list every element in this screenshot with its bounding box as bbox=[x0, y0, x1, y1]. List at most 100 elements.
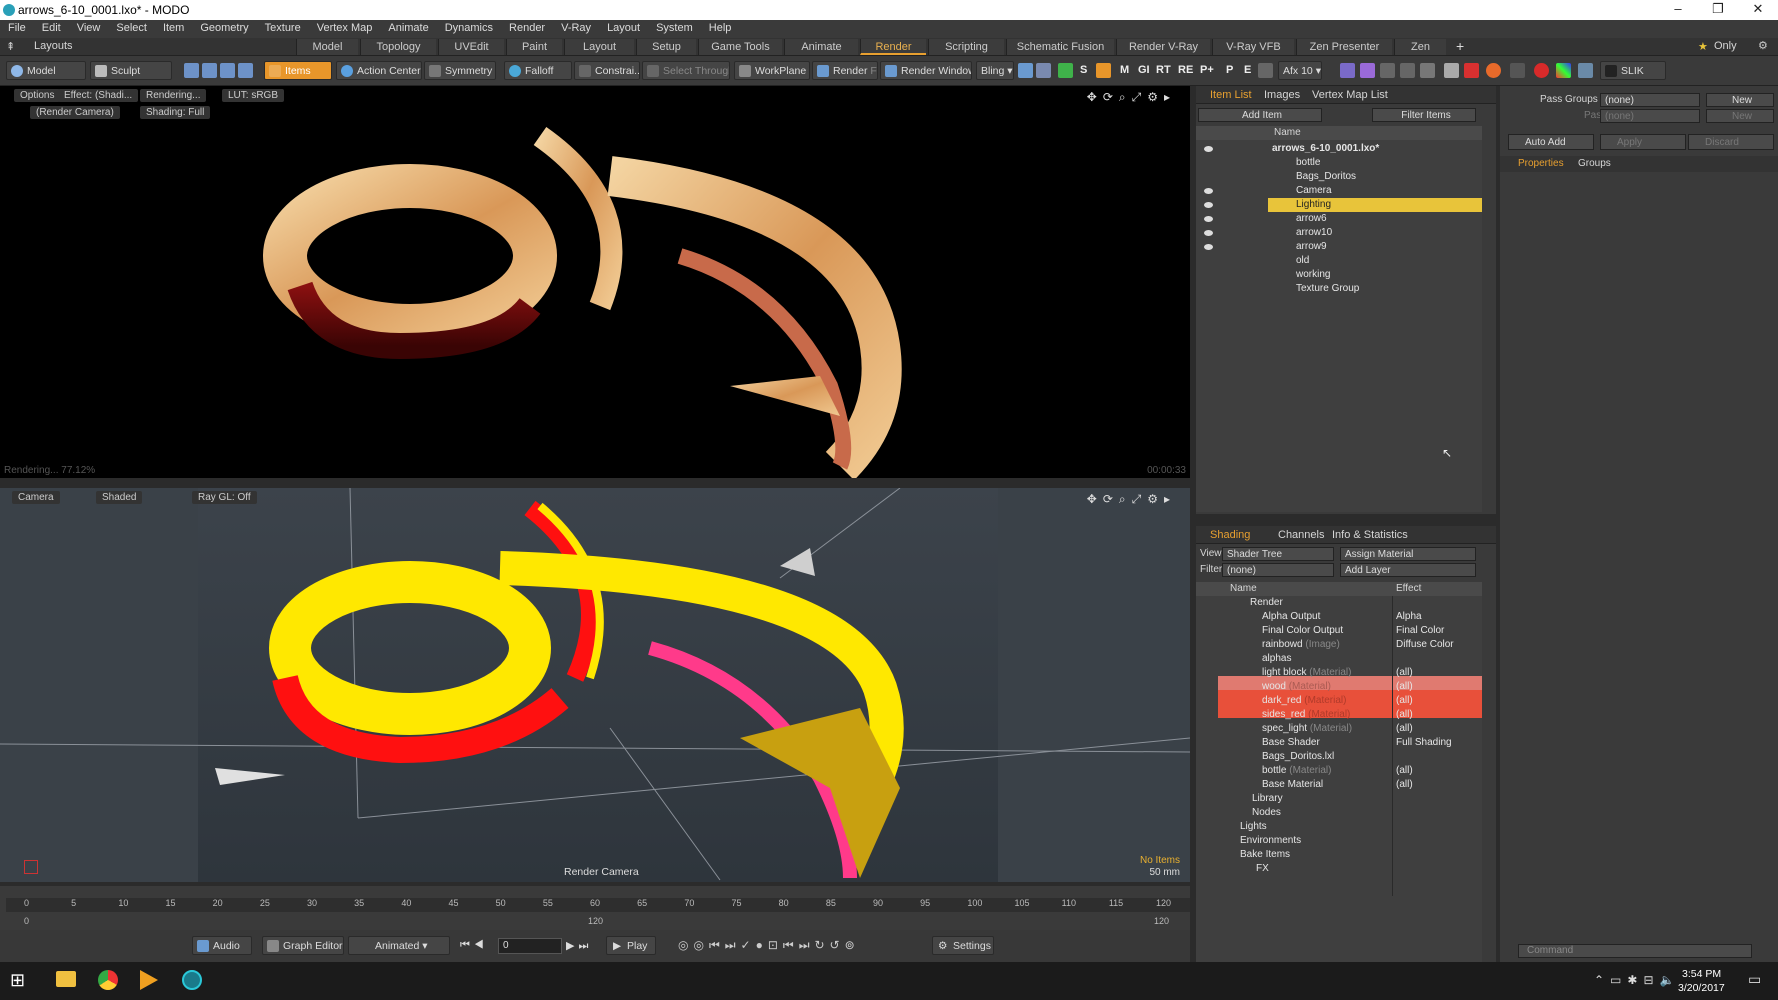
menu-help[interactable]: Help bbox=[701, 20, 740, 38]
chrome-icon[interactable] bbox=[98, 970, 118, 990]
view-dropdown[interactable]: Shader Tree bbox=[1222, 547, 1334, 561]
tree-item-bottle[interactable]: bottle bbox=[1296, 156, 1320, 170]
sphere-icon[interactable] bbox=[1486, 63, 1501, 78]
keyframe-tool-icons[interactable]: ◎◎⏮⏭✓●⊡⏮⏭↻↺⊚ bbox=[678, 938, 860, 953]
visibility-eye-icon[interactable] bbox=[1204, 230, 1213, 236]
tree-item-texture-group[interactable]: Texture Group bbox=[1296, 282, 1359, 296]
tree-item-arrow9[interactable]: arrow9 bbox=[1296, 240, 1327, 254]
filter-items-field[interactable]: Filter Items bbox=[1372, 108, 1476, 122]
tree-item-arrow10[interactable]: arrow10 bbox=[1296, 226, 1332, 240]
shader-row[interactable]: rainbowd (Image) bbox=[1262, 638, 1340, 652]
shader-row[interactable]: dark_red (Material) bbox=[1262, 694, 1346, 708]
script-icon[interactable] bbox=[1510, 63, 1525, 78]
select-through-button[interactable]: Select Through bbox=[642, 61, 730, 80]
tab-animate[interactable]: Animate bbox=[784, 39, 858, 55]
falloff-button[interactable]: Falloff bbox=[504, 61, 572, 80]
render-window-button[interactable]: Render Window bbox=[880, 61, 972, 80]
letter-gi[interactable]: GI bbox=[1138, 64, 1150, 76]
add-layout-tab-icon[interactable]: + bbox=[1456, 38, 1464, 54]
menu-dynamics[interactable]: Dynamics bbox=[437, 20, 501, 38]
crop-icon[interactable] bbox=[1400, 63, 1415, 78]
command-input[interactable]: Command bbox=[1518, 944, 1752, 958]
pass-groups-new-button[interactable]: New bbox=[1706, 93, 1774, 107]
graph-editor-button[interactable]: Graph Editor bbox=[262, 936, 344, 955]
shader-row[interactable]: sides_red (Material) bbox=[1262, 708, 1350, 722]
star-icon[interactable]: ★ bbox=[1698, 40, 1708, 53]
shader-row[interactable]: Final Color Output bbox=[1262, 624, 1343, 638]
hammer-icon[interactable] bbox=[1444, 63, 1459, 78]
minimize-button[interactable]: – bbox=[1658, 1, 1698, 19]
letter-e[interactable]: E bbox=[1244, 64, 1251, 76]
tab-zen[interactable]: Zen bbox=[1394, 39, 1446, 55]
add-layer-dropdown[interactable]: Add Layer bbox=[1340, 563, 1476, 577]
tab-zen-presenter[interactable]: Zen Presenter bbox=[1296, 39, 1392, 55]
shader-row[interactable]: Base Shader bbox=[1262, 736, 1320, 750]
menu-vray[interactable]: V-Ray bbox=[553, 20, 599, 38]
tab-groups[interactable]: Groups bbox=[1578, 158, 1611, 169]
tab-paint[interactable]: Paint bbox=[506, 39, 562, 55]
letter-s[interactable]: S bbox=[1080, 64, 1087, 76]
apply-button[interactable]: Apply bbox=[1600, 134, 1686, 150]
tab-shading[interactable]: Shading bbox=[1210, 529, 1250, 541]
select-box-icon[interactable] bbox=[1340, 63, 1355, 78]
shader-row[interactable]: alphas bbox=[1262, 652, 1291, 666]
bling-dropdown[interactable]: Bling ▾ bbox=[976, 61, 1014, 80]
layouts-label[interactable]: Layouts bbox=[34, 40, 73, 52]
tab-schematic-fusion[interactable]: Schematic Fusion bbox=[1006, 39, 1114, 55]
visibility-eye-icon[interactable] bbox=[1204, 188, 1213, 194]
tab-layout[interactable]: Layout bbox=[564, 39, 634, 55]
materials-select-icon[interactable] bbox=[238, 63, 253, 78]
passes-new-button[interactable]: New bbox=[1706, 109, 1774, 123]
afx-dropdown[interactable]: Afx 10 ▾ bbox=[1278, 61, 1322, 80]
shader-row[interactable]: Bake Items bbox=[1240, 848, 1290, 862]
record-icon[interactable] bbox=[1534, 63, 1549, 78]
center-icon[interactable] bbox=[1360, 63, 1375, 78]
image-icon[interactable] bbox=[1036, 63, 1051, 78]
tab-item-list[interactable]: Item List bbox=[1210, 89, 1252, 101]
model-mode-button[interactable]: Model bbox=[6, 61, 86, 80]
menu-layout[interactable]: Layout bbox=[599, 20, 648, 38]
tree-item-arrow6[interactable]: arrow6 bbox=[1296, 212, 1327, 226]
edges-select-icon[interactable] bbox=[202, 63, 217, 78]
tree-item-old[interactable]: old bbox=[1296, 254, 1309, 268]
shader-row[interactable]: Lights bbox=[1240, 820, 1267, 834]
letter-p[interactable]: P bbox=[1226, 64, 1233, 76]
tool-icon[interactable] bbox=[1578, 63, 1593, 78]
only-toggle[interactable]: Only bbox=[1714, 40, 1737, 52]
list-icon[interactable] bbox=[1420, 63, 1435, 78]
menu-file[interactable]: File bbox=[0, 20, 34, 38]
menu-vertex-map[interactable]: Vertex Map bbox=[309, 20, 381, 38]
add-item-dropdown[interactable]: Add Item bbox=[1198, 108, 1322, 122]
add-red-icon[interactable] bbox=[1464, 63, 1479, 78]
shader-row[interactable]: Nodes bbox=[1252, 806, 1281, 820]
tree-item-bags-doritos[interactable]: Bags_Doritos bbox=[1296, 170, 1356, 184]
tab-render[interactable]: Render bbox=[860, 39, 926, 55]
letter-m[interactable]: M bbox=[1120, 64, 1129, 76]
passes-dropdown[interactable]: (none) bbox=[1600, 109, 1700, 123]
tab-vertex-map-list[interactable]: Vertex Map List bbox=[1312, 89, 1388, 101]
tab-scripting[interactable]: Scripting bbox=[928, 39, 1004, 55]
symmetry-button[interactable]: Symmetry bbox=[424, 61, 496, 80]
play-button[interactable]: ▶ Play bbox=[606, 936, 656, 955]
menu-view[interactable]: View bbox=[69, 20, 109, 38]
shader-row[interactable]: Render bbox=[1250, 596, 1283, 610]
letter-rt[interactable]: RT bbox=[1156, 64, 1171, 76]
sculpt-mode-button[interactable]: Sculpt bbox=[90, 61, 172, 80]
windows-start-icon[interactable]: ⊞ bbox=[10, 970, 25, 991]
camera-icon[interactable] bbox=[1018, 63, 1033, 78]
shader-row[interactable]: spec_light (Material) bbox=[1262, 722, 1352, 736]
tab-channels[interactable]: Channels bbox=[1278, 529, 1324, 541]
tree-item-working[interactable]: working bbox=[1296, 268, 1330, 282]
system-tray-icons[interactable]: ⌃▭✱⊟🔈 bbox=[1594, 973, 1680, 987]
render-button[interactable]: Render F9 bbox=[812, 61, 878, 80]
discard-button[interactable]: Discard bbox=[1688, 134, 1774, 150]
shader-row[interactable]: bottle (Material) bbox=[1262, 764, 1331, 778]
media-player-icon[interactable] bbox=[140, 970, 158, 990]
close-button[interactable]: ✕ bbox=[1738, 1, 1778, 19]
tab-info-statistics[interactable]: Info & Statistics bbox=[1332, 529, 1408, 541]
visibility-eye-icon[interactable] bbox=[1204, 216, 1213, 222]
gear-icon[interactable]: ⚙ bbox=[1758, 39, 1768, 52]
shader-row[interactable]: light block (Material) bbox=[1262, 666, 1351, 680]
menu-select[interactable]: Select bbox=[108, 20, 155, 38]
tab-images[interactable]: Images bbox=[1264, 89, 1300, 101]
